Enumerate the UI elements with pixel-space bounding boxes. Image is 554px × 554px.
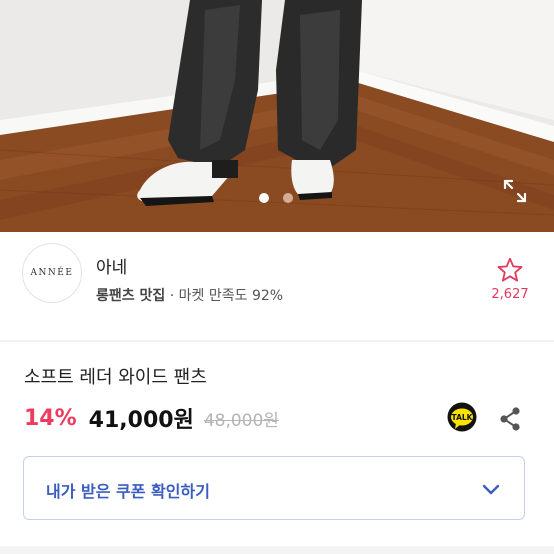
gallery-dot-active[interactable] <box>259 193 269 203</box>
store-category: 롱팬츠 맛집 <box>96 288 166 304</box>
expand-icon[interactable] <box>500 176 530 206</box>
section-divider <box>0 340 554 342</box>
coupon-label: 내가 받은 쿠폰 확인하기 <box>46 482 210 501</box>
product-image-gallery[interactable] <box>0 0 554 232</box>
price-row: 14% 41,000원 48,000원 <box>24 400 279 436</box>
coupon-check-button[interactable]: 내가 받은 쿠폰 확인하기 <box>23 456 525 520</box>
discount-rate: 14% <box>24 405 77 431</box>
share-icon[interactable] <box>498 406 522 432</box>
original-price: 48,000원 <box>203 410 279 431</box>
store-name[interactable]: 아네 <box>96 253 127 278</box>
section-divider-bottom <box>0 546 554 554</box>
store-info[interactable]: ANNÉE 아네 롱팬츠 맛집 · 마켓 만족도 92% 2,627 <box>0 232 554 340</box>
favorite-count: 2,627 <box>491 287 529 302</box>
gallery-pagination <box>259 193 293 203</box>
gallery-dot[interactable] <box>283 193 293 203</box>
store-meta: 롱팬츠 맛집 · 마켓 만족도 92% <box>96 285 283 305</box>
meta-separator: · <box>169 288 175 304</box>
talk-label: TALK <box>452 413 474 422</box>
sale-price: 41,000원 <box>88 408 194 433</box>
kakaotalk-icon[interactable]: TALK <box>446 402 478 434</box>
star-outline-icon[interactable] <box>496 257 524 283</box>
chevron-down-icon <box>482 484 500 495</box>
store-logo[interactable]: ANNÉE <box>22 243 82 303</box>
product-title: 소프트 레더 와이드 팬츠 <box>24 367 207 388</box>
store-rating: 마켓 만족도 92% <box>178 288 284 304</box>
